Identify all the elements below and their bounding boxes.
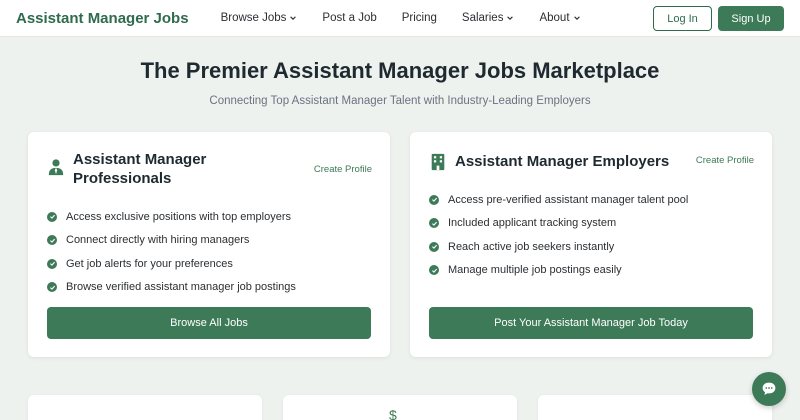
employers-card: Assistant Manager Employers Create Profi… bbox=[410, 132, 772, 357]
professionals-card-header: Assistant Manager Professionals Create P… bbox=[47, 150, 372, 188]
list-item: Manage multiple job postings easily bbox=[429, 259, 688, 283]
feature-text: Reach active job seekers instantly bbox=[448, 240, 615, 253]
list-item: Access pre-verified assistant manager ta… bbox=[429, 188, 688, 212]
chevron-down-icon bbox=[573, 16, 580, 20]
nav-browse-jobs[interactable]: Browse Jobs bbox=[221, 12, 298, 24]
check-circle-icon bbox=[47, 211, 57, 222]
browse-all-jobs-button[interactable]: Browse All Jobs bbox=[47, 307, 371, 339]
professionals-feature-list: Access exclusive positions with top empl… bbox=[47, 205, 296, 299]
feature-text: Included applicant tracking system bbox=[448, 217, 617, 230]
nav-actions: Log In Sign Up bbox=[653, 6, 784, 31]
chevron-down-icon bbox=[507, 16, 514, 20]
feature-text: Browse verified assistant manager job po… bbox=[66, 281, 296, 294]
nav-pricing[interactable]: Pricing bbox=[402, 12, 437, 24]
info-card bbox=[538, 395, 772, 420]
employers-feature-list: Access pre-verified assistant manager ta… bbox=[429, 188, 688, 282]
professionals-card-title: Assistant Manager Professionals bbox=[73, 151, 207, 187]
nav-browse-jobs-label: Browse Jobs bbox=[220, 12, 287, 24]
list-item: Reach active job seekers instantly bbox=[429, 235, 688, 259]
list-item: Access exclusive positions with top empl… bbox=[47, 205, 296, 229]
employers-card-header: Assistant Manager Employers Create Profi… bbox=[429, 150, 754, 171]
check-circle-icon bbox=[429, 265, 439, 276]
list-item: Browse verified assistant manager job po… bbox=[47, 276, 296, 300]
check-circle-icon bbox=[429, 218, 439, 229]
signup-button[interactable]: Sign Up bbox=[718, 6, 784, 31]
feature-text: Access pre-verified assistant manager ta… bbox=[448, 193, 689, 206]
top-navbar: Assistant Manager Jobs Browse Jobs Post … bbox=[0, 0, 800, 37]
list-item: Connect directly with hiring managers bbox=[47, 229, 296, 253]
check-circle-icon bbox=[47, 235, 57, 246]
nav-pricing-label: Pricing bbox=[401, 12, 437, 24]
professionals-card: Assistant Manager Professionals Create P… bbox=[28, 132, 390, 357]
nav-about-label: About bbox=[539, 12, 570, 24]
nav-about[interactable]: About bbox=[539, 12, 580, 24]
nav-salaries-label: Salaries bbox=[461, 12, 504, 24]
list-item: Get job alerts for your preferences bbox=[47, 252, 296, 276]
chat-bubble-icon bbox=[762, 382, 776, 395]
check-circle-icon bbox=[47, 258, 57, 269]
info-card: $ bbox=[283, 395, 517, 420]
professionals-create-profile-link[interactable]: Create Profile bbox=[314, 164, 372, 175]
page-title: The Premier Assistant Manager Jobs Marke… bbox=[140, 58, 660, 83]
main-menu: Browse Jobs Post a Job Pricing Salaries … bbox=[221, 12, 606, 24]
employers-create-profile-link[interactable]: Create Profile bbox=[696, 155, 754, 166]
info-card bbox=[28, 395, 262, 420]
feature-text: Connect directly with hiring managers bbox=[66, 234, 250, 247]
chevron-down-icon bbox=[290, 16, 297, 20]
check-circle-icon bbox=[47, 282, 57, 293]
brand-logo[interactable]: Assistant Manager Jobs bbox=[16, 10, 189, 27]
user-tie-icon bbox=[48, 159, 64, 176]
feature-text: Access exclusive positions with top empl… bbox=[66, 210, 291, 223]
check-circle-icon bbox=[429, 241, 439, 252]
page-subtitle: Connecting Top Assistant Manager Talent … bbox=[209, 95, 591, 107]
chat-widget-button[interactable] bbox=[752, 372, 786, 406]
employers-card-title: Assistant Manager Employers bbox=[455, 153, 670, 170]
dollar-icon: $ bbox=[389, 407, 397, 420]
feature-text: Manage multiple job postings easily bbox=[448, 264, 622, 277]
check-circle-icon bbox=[429, 194, 439, 205]
post-job-button[interactable]: Post Your Assistant Manager Job Today bbox=[429, 307, 753, 339]
nav-post-a-job-label: Post a Job bbox=[322, 12, 377, 24]
building-icon bbox=[431, 153, 445, 171]
login-button[interactable]: Log In bbox=[653, 6, 712, 31]
list-item: Included applicant tracking system bbox=[429, 212, 688, 236]
nav-salaries[interactable]: Salaries bbox=[462, 12, 515, 24]
feature-text: Get job alerts for your preferences bbox=[66, 257, 233, 270]
nav-post-a-job[interactable]: Post a Job bbox=[322, 12, 376, 24]
